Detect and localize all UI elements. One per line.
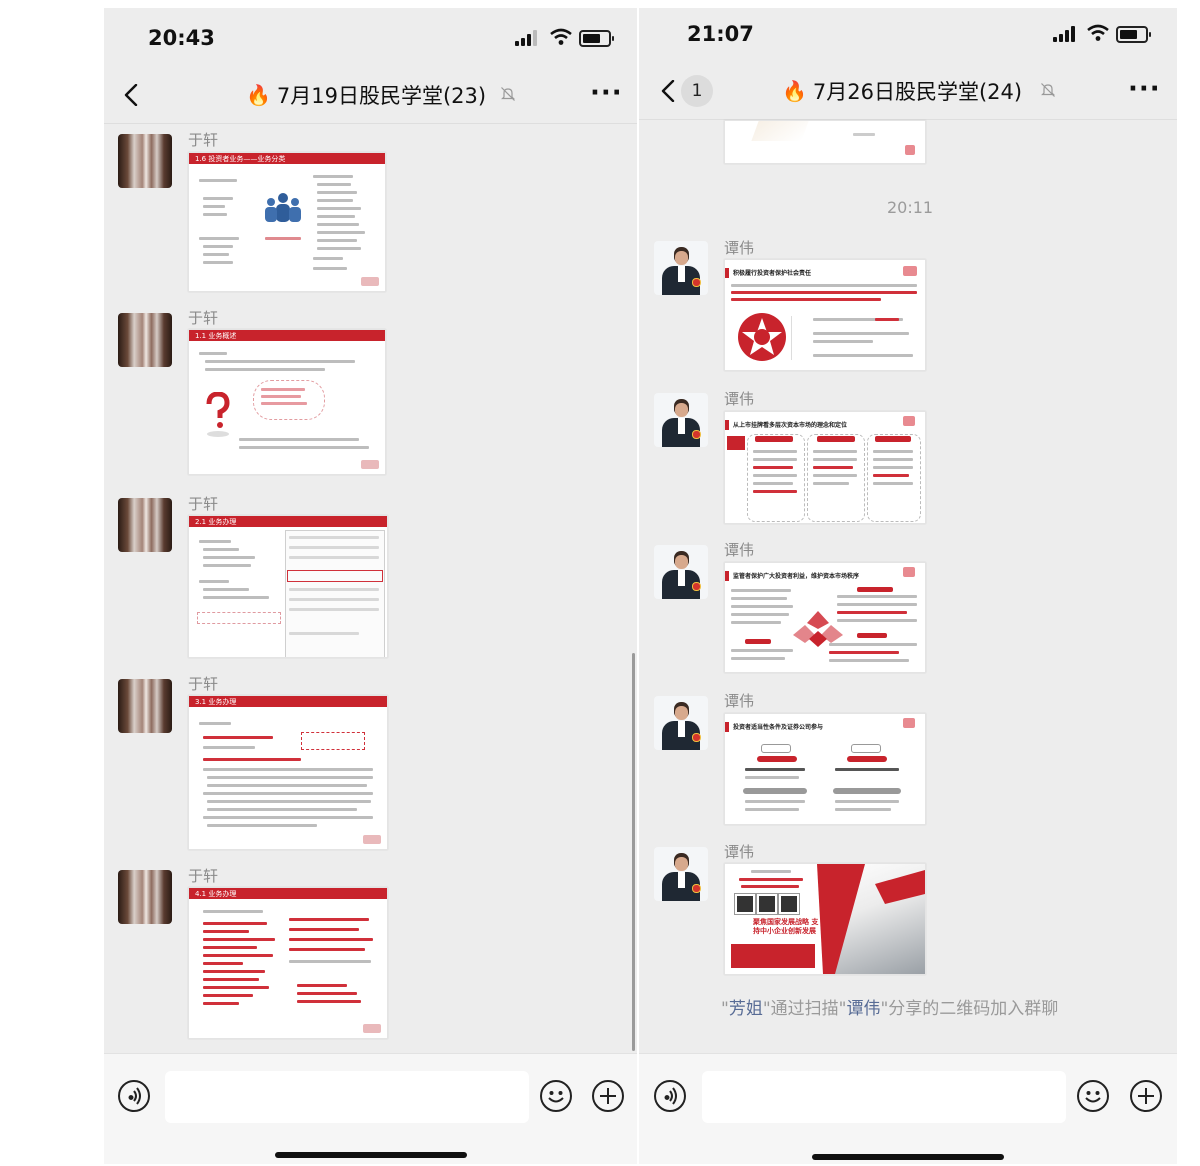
home-indicator[interactable] [275,1152,467,1158]
avatar[interactable] [118,134,172,188]
chat-title: 🔥 7月19日股民学堂(23) [246,80,486,110]
voice-icon[interactable] [118,1080,150,1112]
message-input[interactable] [165,1071,529,1123]
image-message[interactable]: 积极履行投资者保护社会责任 [724,259,926,371]
slide-title: 积极履行投资者保护社会责任 [733,270,812,277]
signal-icon [1053,26,1079,42]
avatar[interactable] [118,870,172,924]
avatar[interactable] [118,313,172,367]
image-message[interactable]: 投资者适当性条件及证券公司参与 [724,713,926,825]
image-message[interactable]: 监管者保护广大投资者利益，维护资本市场秩序 [724,562,926,673]
slide-title: 1.6 投资者业务——业务分类 [195,155,286,163]
image-message[interactable]: 1.1 业务概述 [188,329,386,475]
wifi-icon [550,28,572,45]
people-icon [265,193,301,222]
avatar[interactable] [654,696,708,750]
time-divider: 20:11 [887,198,934,217]
image-message[interactable]: 2.1 业务办理 [188,515,388,658]
sender-name: 谭伟 [724,541,755,559]
avatar[interactable] [118,679,172,733]
image-message[interactable]: 聚焦国家发展战略 支持中小企业创新发展 [724,863,926,975]
bell-mute-icon [1041,83,1055,97]
avatar[interactable] [118,498,172,552]
image-message[interactable]: 1.6 投资者业务——业务分类 [188,152,386,292]
member-link[interactable]: 芳姐 [729,999,763,1019]
wifi-icon [1087,24,1109,41]
battery-icon [579,30,614,47]
avatar[interactable] [654,241,708,295]
home-indicator[interactable] [812,1154,1004,1160]
slide-title: 投资者适当性条件及证券公司参与 [733,724,824,731]
nav-divider [104,123,637,124]
sender-name: 于轩 [188,867,219,885]
sender-name: 谭伟 [724,692,755,710]
question-figure-icon [206,392,230,437]
sender-name: 谭伟 [724,843,755,861]
battery-icon [1116,26,1151,43]
unread-badge[interactable]: 1 [681,75,713,107]
sender-name: 谭伟 [724,390,755,408]
image-message[interactable]: 3.1 业务办理 [188,695,388,850]
message-input[interactable] [702,1071,1066,1123]
sender-name: 于轩 [188,675,219,693]
plus-icon[interactable] [592,1080,624,1112]
chevron-left-icon[interactable] [661,80,675,102]
sharer-link[interactable]: 谭伟 [846,999,880,1019]
plus-icon[interactable] [1130,1080,1162,1112]
image-message[interactable]: 从上市挂牌看多层次资本市场的理念和定位 [724,411,926,524]
image-message[interactable]: 4.1 业务办理 [188,887,388,1039]
right-chat-screen: 21:07 1 🔥 7月26日股民学堂(24) ··· 20:11 谭伟 积极履… [639,8,1177,1164]
signal-icon [515,30,541,46]
sender-name: 于轩 [188,131,219,149]
chevron-left-icon[interactable] [124,84,138,106]
more-dots-icon[interactable]: ··· [590,78,623,108]
slide-title: 4.1 业务办理 [195,890,237,898]
sender-name: 于轩 [188,309,219,327]
input-bar [104,1053,637,1164]
sender-name: 谭伟 [724,239,755,257]
status-time: 20:43 [148,26,215,50]
voice-icon[interactable] [654,1080,686,1112]
chat-title-text: 7月19日股民学堂(23) [276,84,487,108]
bell-mute-icon [501,87,515,101]
image-message[interactable] [724,120,926,164]
slide-title: 从上市挂牌看多层次资本市场的理念和定位 [733,422,848,429]
fire-icon: 🔥 [782,79,807,103]
avatar[interactable] [654,393,708,447]
star-emblem-icon [738,313,786,361]
emoji-icon[interactable] [540,1080,572,1112]
avatar[interactable] [654,847,708,901]
chat-title: 🔥 7月26日股民学堂(24) [782,76,1022,106]
input-bar [639,1053,1177,1164]
emoji-icon[interactable] [1077,1080,1109,1112]
scrollbar[interactable] [632,653,635,1051]
slide-title: 2.1 业务办理 [195,518,237,526]
sender-name: 于轩 [188,495,219,513]
slide-title: 聚焦国家发展战略 支持中小企业创新发展 [753,918,819,935]
fire-icon: 🔥 [246,83,271,107]
left-chat-screen: 20:43 🔥 7月19日股民学堂(23) ··· 于轩 1.6 投资者业务——… [104,8,637,1164]
slide-title: 监管者保护广大投资者利益，维护资本市场秩序 [733,573,860,580]
status-time: 21:07 [687,22,754,46]
more-dots-icon[interactable]: ··· [1128,74,1161,104]
system-message: "芳姐"通过扫描"谭伟"分享的二维码加入群聊 [721,999,1059,1019]
slide-title: 1.1 业务概述 [195,332,237,340]
slide-title: 3.1 业务办理 [195,698,237,706]
avatar[interactable] [654,545,708,599]
chat-title-text: 7月26日股民学堂(24) [812,80,1023,104]
